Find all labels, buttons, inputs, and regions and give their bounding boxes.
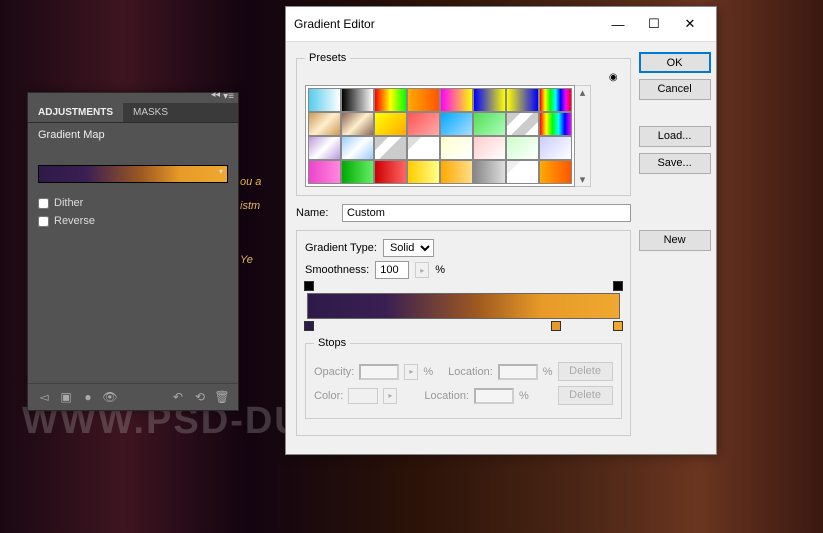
presets-fieldset: Presets ◉ ▴▾ xyxy=(296,52,631,196)
maximize-button[interactable]: ☐ xyxy=(636,13,672,35)
preset-swatch[interactable] xyxy=(341,112,374,136)
presets-scrollbar[interactable]: ▴▾ xyxy=(575,85,591,187)
delete-color-button: Delete xyxy=(558,386,613,405)
ok-button[interactable]: OK xyxy=(639,52,711,73)
preset-swatch[interactable] xyxy=(308,160,341,184)
panel-icon-row: ◅ ▣ ● 👁 ↶ ⟲ 🗑 xyxy=(28,383,238,410)
color-well xyxy=(348,388,378,404)
preset-swatch[interactable] xyxy=(341,136,374,160)
stops-fieldset: Stops Opacity: ▸ % Location: % Delete Co… xyxy=(305,337,622,419)
preset-swatch[interactable] xyxy=(374,88,407,112)
prev-icon[interactable]: ↶ xyxy=(170,389,186,405)
preset-swatch[interactable] xyxy=(374,112,407,136)
gradient-editor-dialog: Gradient Editor — ☐ ✕ Presets ◉ ▴▾ Name:… xyxy=(285,6,717,455)
preset-swatch[interactable] xyxy=(341,160,374,184)
preset-swatch[interactable] xyxy=(539,112,572,136)
preset-swatch[interactable] xyxy=(473,88,506,112)
preset-swatch[interactable] xyxy=(506,112,539,136)
visibility-icon[interactable]: 👁 xyxy=(102,389,118,405)
opacity-stop-right[interactable] xyxy=(613,281,623,291)
collapse-icon[interactable]: ◂◂ xyxy=(211,89,220,100)
gradient-type-label: Gradient Type: xyxy=(305,242,377,254)
gradient-type-fieldset: Gradient Type: Solid Smoothness: ▸ % xyxy=(296,230,631,436)
preset-swatch[interactable] xyxy=(407,112,440,136)
name-input[interactable] xyxy=(342,204,631,222)
preset-swatch[interactable] xyxy=(473,112,506,136)
location-label-2: Location: xyxy=(424,390,469,402)
smoothness-input[interactable] xyxy=(375,261,409,279)
smoothness-dropdown-icon[interactable]: ▸ xyxy=(415,262,429,278)
dialog-title: Gradient Editor xyxy=(294,17,600,31)
new-button[interactable]: New xyxy=(639,230,711,251)
preset-swatch[interactable] xyxy=(440,160,473,184)
color-arrow-icon: ▸ xyxy=(383,388,397,404)
preset-swatch[interactable] xyxy=(407,136,440,160)
preset-swatch[interactable] xyxy=(407,88,440,112)
gradient-preview[interactable] xyxy=(38,165,228,183)
expand-icon[interactable]: ▣ xyxy=(58,389,74,405)
preset-swatch[interactable] xyxy=(506,160,539,184)
preset-swatch[interactable] xyxy=(374,160,407,184)
preset-swatch[interactable] xyxy=(506,88,539,112)
dither-checkbox[interactable]: Dither xyxy=(38,197,228,209)
preset-swatch[interactable] xyxy=(308,88,341,112)
preset-swatch[interactable] xyxy=(440,112,473,136)
back-icon[interactable]: ◅ xyxy=(36,389,52,405)
delete-opacity-button: Delete xyxy=(558,362,613,381)
minimize-button[interactable]: — xyxy=(600,13,636,35)
name-label: Name: xyxy=(296,207,336,219)
preset-grid xyxy=(305,85,575,187)
reverse-checkbox[interactable]: Reverse xyxy=(38,215,228,227)
preset-swatch[interactable] xyxy=(440,88,473,112)
color-stop-2[interactable] xyxy=(551,321,561,331)
preset-swatch[interactable] xyxy=(407,160,440,184)
presets-label: Presets xyxy=(305,52,350,64)
smoothness-label: Smoothness: xyxy=(305,264,369,276)
delete-icon[interactable]: 🗑 xyxy=(214,389,230,405)
opacity-label: Opacity: xyxy=(314,366,354,378)
cancel-button[interactable]: Cancel xyxy=(639,79,711,100)
preset-swatch[interactable] xyxy=(308,136,341,160)
preset-swatch[interactable] xyxy=(539,160,572,184)
color-location-input xyxy=(474,388,514,404)
opacity-stop-left[interactable] xyxy=(304,281,314,291)
bg-text-line: ou a xyxy=(240,170,261,194)
preset-swatch[interactable] xyxy=(473,136,506,160)
presets-menu-icon[interactable]: ◉ xyxy=(609,72,618,83)
bg-text-line: istm xyxy=(240,194,261,218)
clip-icon[interactable]: ● xyxy=(80,389,96,405)
panel-menu-icon[interactable]: ▾≡ xyxy=(223,91,234,102)
tab-masks[interactable]: MASKS xyxy=(123,103,178,122)
preset-swatch[interactable] xyxy=(473,160,506,184)
save-button[interactable]: Save... xyxy=(639,153,711,174)
color-stop-1[interactable] xyxy=(304,321,314,331)
color-stop-3[interactable] xyxy=(613,321,623,331)
preset-swatch[interactable] xyxy=(308,112,341,136)
adjustments-panel: ◂◂ ▾≡ ADJUSTMENTS MASKS Gradient Map Dit… xyxy=(27,92,239,411)
panel-title: Gradient Map xyxy=(28,123,238,147)
gradient-editor-bar[interactable] xyxy=(307,293,620,319)
bg-text-line: Ye xyxy=(240,248,261,272)
percent-label: % xyxy=(435,264,445,276)
reset-icon[interactable]: ⟲ xyxy=(192,389,208,405)
tab-adjustments[interactable]: ADJUSTMENTS xyxy=(28,103,123,122)
opacity-location-input xyxy=(498,364,538,380)
gradient-type-select[interactable]: Solid xyxy=(383,239,434,257)
location-label: Location: xyxy=(448,366,493,378)
preset-swatch[interactable] xyxy=(440,136,473,160)
load-button[interactable]: Load... xyxy=(639,126,711,147)
preset-swatch[interactable] xyxy=(374,136,407,160)
preset-swatch[interactable] xyxy=(539,88,572,112)
preset-swatch[interactable] xyxy=(506,136,539,160)
color-label: Color: xyxy=(314,390,343,402)
opacity-arrow-icon: ▸ xyxy=(404,364,418,380)
opacity-input xyxy=(359,364,399,380)
stops-label: Stops xyxy=(314,337,350,349)
preset-swatch[interactable] xyxy=(539,136,572,160)
close-button[interactable]: ✕ xyxy=(672,13,708,35)
preset-swatch[interactable] xyxy=(341,88,374,112)
